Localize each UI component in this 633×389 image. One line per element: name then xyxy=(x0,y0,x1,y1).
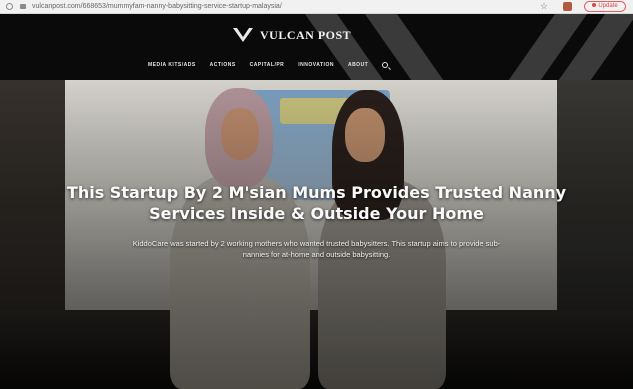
vulcan-logo-icon xyxy=(233,27,253,42)
star-icon[interactable]: ☆ xyxy=(540,1,548,12)
nav-item-about[interactable]: ABOUT xyxy=(348,62,368,68)
browser-address-bar: vulcanpost.com/668653/mummyfam-nanny-bab… xyxy=(0,0,633,14)
extension-icon[interactable] xyxy=(563,2,572,11)
site-logo[interactable]: VULCAN POST xyxy=(232,25,351,45)
logo-text: VULCAN POST xyxy=(260,27,352,42)
info-icon[interactable] xyxy=(6,3,13,10)
nav-item-innovation[interactable]: INNOVATION xyxy=(298,62,334,68)
site-header: VULCAN POST MEDIA KITS/ADS ACTIONS CAPIT… xyxy=(0,14,633,80)
article-subhead: KiddoCare was started by 2 working mothe… xyxy=(132,239,501,259)
hero-overlay xyxy=(0,80,633,389)
nav-item-actions[interactable]: ACTIONS xyxy=(210,62,236,68)
nav-item-capital[interactable]: CAPITAL/PR xyxy=(250,62,285,68)
article-headline: This Startup By 2 M'sian Mums Provides T… xyxy=(66,183,567,223)
search-icon[interactable] xyxy=(382,62,389,68)
lock-icon xyxy=(20,4,26,9)
address-url[interactable]: vulcanpost.com/668653/mummyfam-nanny-bab… xyxy=(32,2,282,12)
update-button[interactable]: Update xyxy=(584,1,626,12)
article-hero: This Startup By 2 M'sian Mums Provides T… xyxy=(0,80,633,389)
nav-item-media-kits[interactable]: MEDIA KITS/ADS xyxy=(148,62,196,68)
main-nav: MEDIA KITS/ADS ACTIONS CAPITAL/PR INNOVA… xyxy=(148,62,389,68)
